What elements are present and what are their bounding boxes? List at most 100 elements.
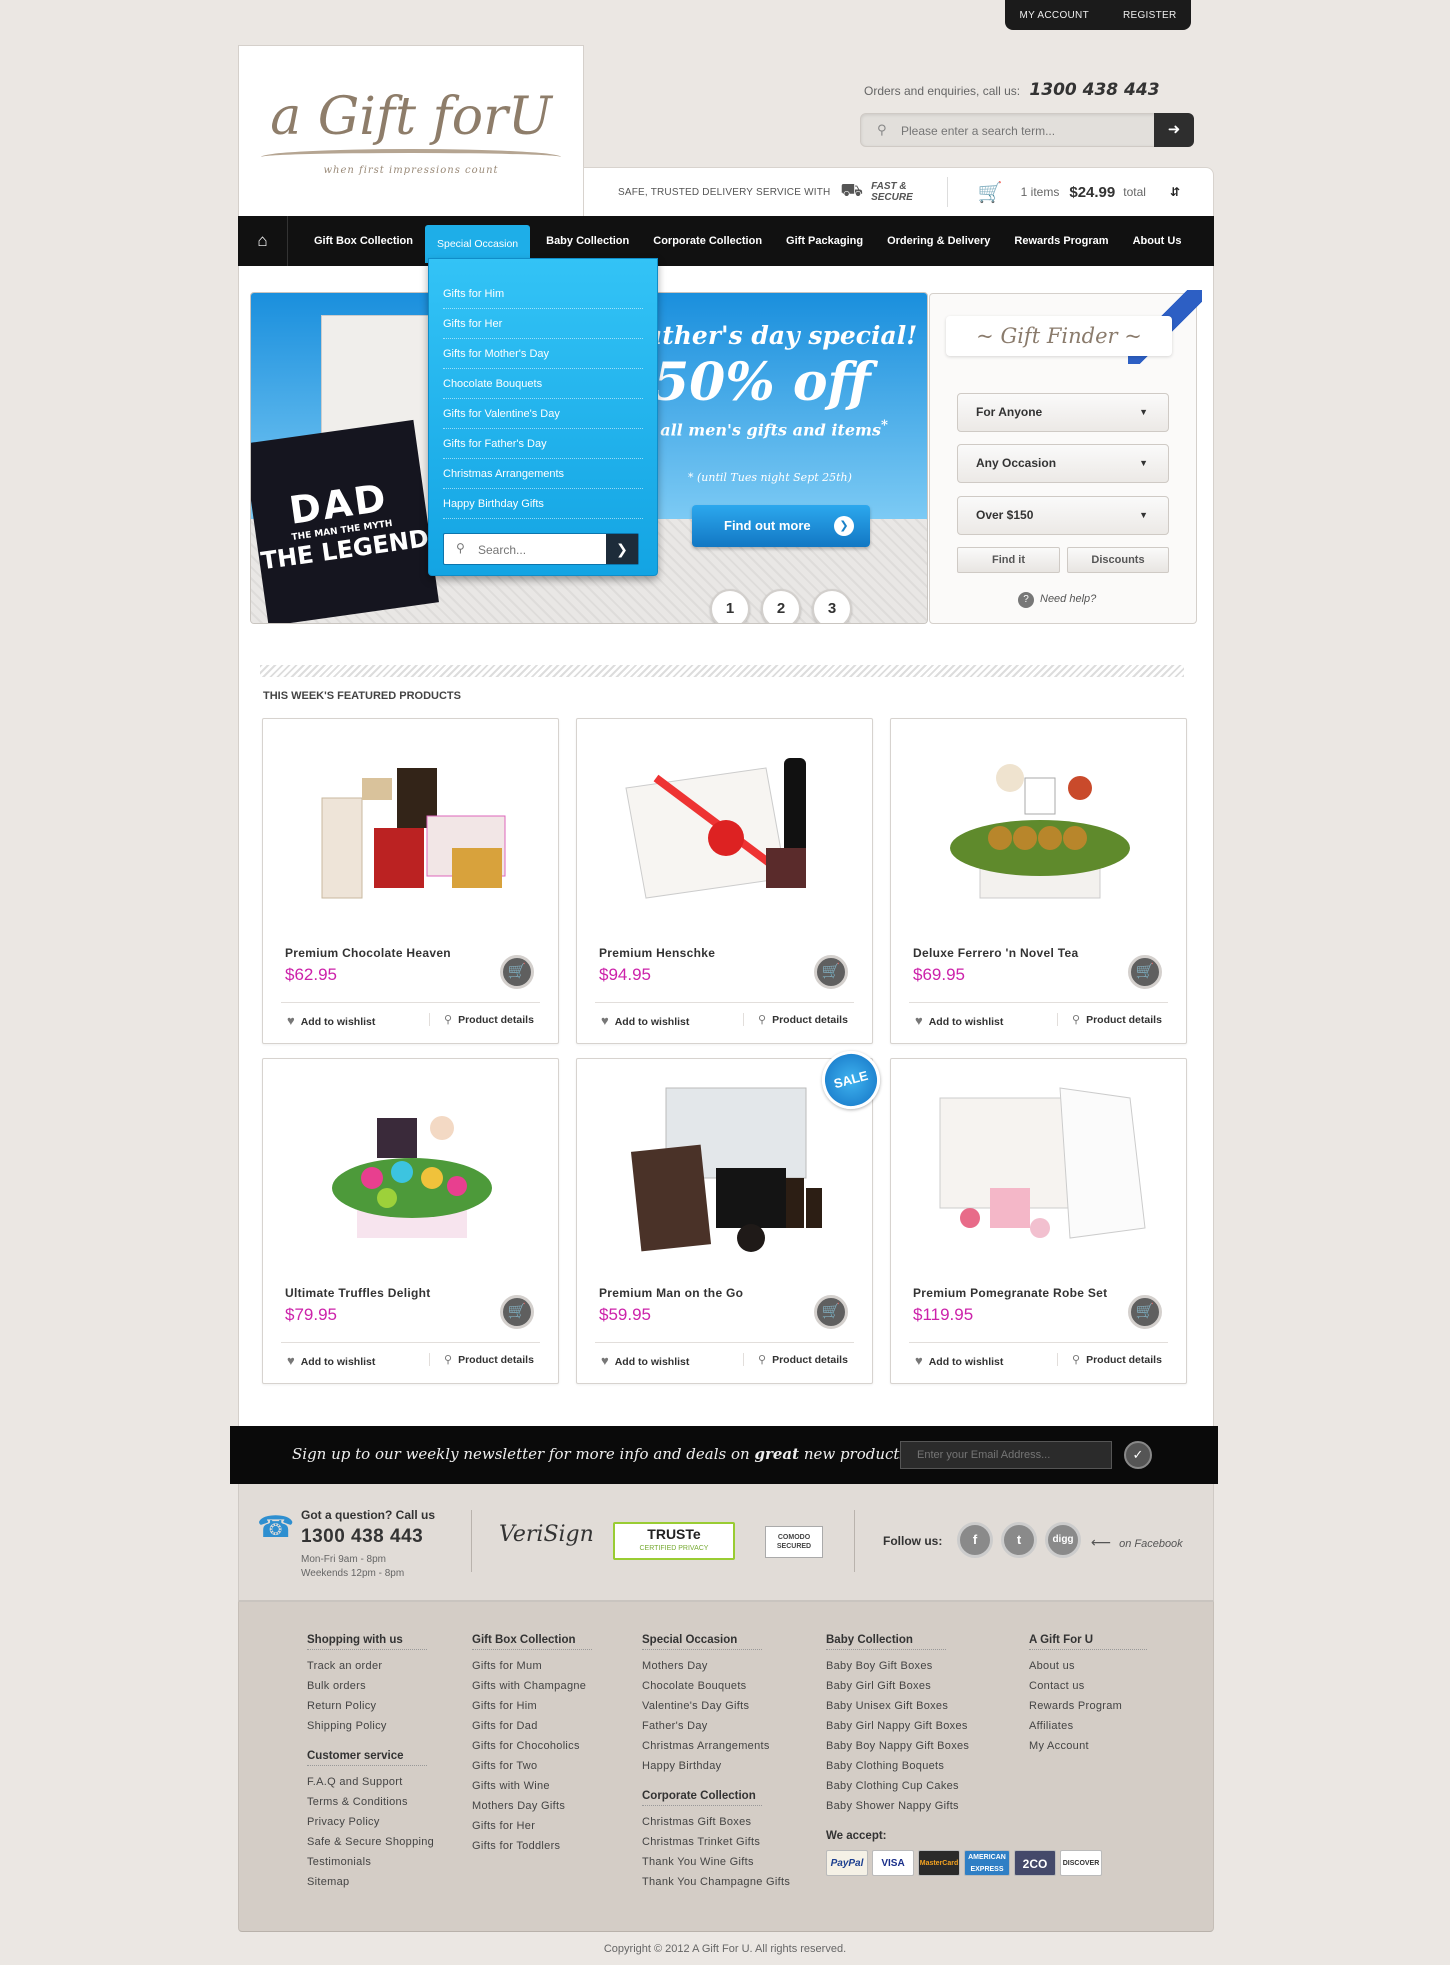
footer-link[interactable]: Father's Day — [642, 1716, 790, 1736]
product-name[interactable]: Premium Chocolate Heaven — [285, 946, 451, 960]
find-it-button[interactable]: Find it — [957, 547, 1060, 573]
add-to-cart-icon[interactable]: 🛒 — [814, 1295, 848, 1329]
footer-link[interactable]: Mothers Day — [642, 1656, 790, 1676]
slide-page-1[interactable]: 1 — [710, 589, 750, 623]
dropdown-item[interactable]: Gifts for Mother's Day — [443, 339, 643, 369]
nav-about[interactable]: About Us — [1121, 216, 1194, 266]
occasion-select[interactable]: Any Occasion ▼ — [957, 444, 1169, 483]
dropdown-search-input[interactable] — [478, 540, 598, 560]
footer-link[interactable]: Baby Shower Nappy Gifts — [826, 1796, 1102, 1816]
product-name[interactable]: Premium Pomegranate Robe Set — [913, 1286, 1107, 1300]
add-to-cart-icon[interactable]: 🛒 — [814, 955, 848, 989]
footer-link[interactable]: Happy Birthday — [642, 1756, 790, 1776]
footer-link[interactable]: Baby Clothing Boquets — [826, 1756, 1102, 1776]
add-to-wishlist-link[interactable]: ♥ Add to wishlist — [915, 1353, 1003, 1368]
footer-link[interactable]: Bulk orders — [307, 1676, 434, 1696]
dropdown-item[interactable]: Gifts for Her — [443, 309, 643, 339]
newsletter-submit-button[interactable]: ✓ — [1124, 1441, 1152, 1469]
add-to-cart-icon[interactable]: 🛒 — [500, 1295, 534, 1329]
need-help-link[interactable]: ? Need help? — [1018, 592, 1096, 608]
dropdown-item[interactable]: Chocolate Bouquets — [443, 369, 643, 399]
product-card[interactable]: Premium Pomegranate Robe Set $119.95 🛒 ♥… — [890, 1058, 1187, 1384]
product-details-link[interactable]: ⚲ Product details — [429, 1353, 534, 1366]
footer-link[interactable]: Privacy Policy — [307, 1812, 434, 1832]
newsletter-email-input[interactable] — [900, 1441, 1112, 1469]
footer-link[interactable]: Gifts for Two — [472, 1756, 592, 1776]
product-details-link[interactable]: ⚲ Product details — [743, 1013, 848, 1026]
find-out-more-button[interactable]: Find out more ❯ — [692, 505, 870, 547]
product-image[interactable] — [597, 1075, 854, 1260]
price-select[interactable]: Over $150 ▼ — [957, 496, 1169, 535]
cart-items[interactable]: 1 items — [1021, 185, 1060, 199]
footer-link[interactable]: Gifts for Toddlers — [472, 1836, 592, 1856]
on-facebook[interactable]: ⟵ on Facebook — [1091, 1534, 1183, 1551]
footer-link[interactable]: Safe & Secure Shopping — [307, 1832, 434, 1852]
home-icon[interactable]: ⌂ — [238, 216, 288, 266]
footer-link[interactable]: Testimonials — [307, 1852, 434, 1872]
search-submit-button[interactable]: ➜ — [1154, 113, 1194, 147]
digg-icon[interactable]: digg — [1045, 1522, 1081, 1558]
product-card[interactable]: SALE Premium Man on the Go $59.95 🛒 ♥ Add… — [576, 1044, 887, 1384]
slide-page-3[interactable]: 3 — [812, 589, 852, 623]
facebook-icon[interactable]: f — [957, 1522, 993, 1558]
product-image[interactable] — [911, 735, 1168, 920]
footer-link[interactable]: Sitemap — [307, 1872, 434, 1892]
footer-link[interactable]: Thank You Champagne Gifts — [642, 1872, 790, 1892]
cart-total[interactable]: $24.99 — [1069, 184, 1115, 201]
product-card[interactable]: Ultimate Truffles Delight $79.95 🛒 ♥ Add … — [262, 1058, 559, 1384]
footer-link[interactable]: About us — [1029, 1656, 1147, 1676]
footer-link[interactable]: Christmas Gift Boxes — [642, 1812, 790, 1832]
footer-link[interactable]: Gifts for Her — [472, 1816, 592, 1836]
dropdown-search-button[interactable]: ❯ — [606, 534, 638, 564]
footer-link[interactable]: Track an order — [307, 1656, 434, 1676]
footer-link[interactable]: Contact us — [1029, 1676, 1147, 1696]
add-to-wishlist-link[interactable]: ♥ Add to wishlist — [601, 1013, 689, 1028]
product-card[interactable]: Premium Henschke $94.95 🛒 ♥ Add to wishli… — [576, 718, 873, 1044]
footer-link[interactable]: Christmas Arrangements — [642, 1736, 790, 1756]
dropdown-item[interactable]: Gifts for Father's Day — [443, 429, 643, 459]
footer-link[interactable]: Gifts for Mum — [472, 1656, 592, 1676]
footer-link[interactable]: Rewards Program — [1029, 1696, 1147, 1716]
nav-corporate[interactable]: Corporate Collection — [641, 216, 774, 266]
site-logo[interactable]: a Gift forU when first impressions count — [238, 45, 584, 217]
footer-link[interactable]: Terms & Conditions — [307, 1792, 434, 1812]
product-image[interactable] — [597, 735, 854, 920]
add-to-cart-icon[interactable]: 🛒 — [1128, 1295, 1162, 1329]
add-to-cart-icon[interactable]: 🛒 — [1128, 955, 1162, 989]
footer-link[interactable]: Mothers Day Gifts — [472, 1796, 592, 1816]
add-to-wishlist-link[interactable]: ♥ Add to wishlist — [287, 1353, 375, 1368]
my-account-link[interactable]: MY ACCOUNT — [1019, 10, 1089, 21]
product-details-link[interactable]: ⚲ Product details — [743, 1353, 848, 1366]
product-name[interactable]: Premium Man on the Go — [599, 1286, 743, 1300]
footer-link[interactable]: Gifts with Wine — [472, 1776, 592, 1796]
product-image[interactable] — [283, 735, 540, 920]
product-name[interactable]: Ultimate Truffles Delight — [285, 1286, 431, 1300]
dropdown-item[interactable]: Gifts for Valentine's Day — [443, 399, 643, 429]
add-to-wishlist-link[interactable]: ♥ Add to wishlist — [287, 1013, 375, 1028]
dropdown-item[interactable]: Christmas Arrangements — [443, 459, 643, 489]
footer-link[interactable]: Gifts for Chocoholics — [472, 1736, 592, 1756]
product-card[interactable]: Deluxe Ferrero 'n Novel Tea $69.95 🛒 ♥ Ad… — [890, 718, 1187, 1044]
footer-link[interactable]: Thank You Wine Gifts — [642, 1852, 790, 1872]
product-name[interactable]: Deluxe Ferrero 'n Novel Tea — [913, 946, 1078, 960]
discounts-button[interactable]: Discounts — [1067, 547, 1169, 573]
nav-ordering-delivery[interactable]: Ordering & Delivery — [875, 216, 1002, 266]
cart-icon[interactable]: 🛒 — [978, 180, 1003, 205]
add-to-wishlist-link[interactable]: ♥ Add to wishlist — [915, 1013, 1003, 1028]
dropdown-item[interactable]: Happy Birthday Gifts — [443, 489, 643, 519]
add-to-cart-icon[interactable]: 🛒 — [500, 955, 534, 989]
product-image[interactable] — [911, 1075, 1168, 1260]
twitter-icon[interactable]: t — [1001, 1522, 1037, 1558]
product-details-link[interactable]: ⚲ Product details — [1057, 1013, 1162, 1026]
footer-link[interactable]: F.A.Q and Support — [307, 1772, 434, 1792]
footer-link[interactable]: Return Policy — [307, 1696, 434, 1716]
footer-link[interactable]: Shipping Policy — [307, 1716, 434, 1736]
footer-link[interactable]: Chocolate Bouquets — [642, 1676, 790, 1696]
footer-link[interactable]: My Account — [1029, 1736, 1147, 1756]
footer-link[interactable]: Gifts for Dad — [472, 1716, 592, 1736]
nav-gift-packaging[interactable]: Gift Packaging — [774, 216, 875, 266]
add-to-wishlist-link[interactable]: ♥ Add to wishlist — [601, 1353, 689, 1368]
nav-rewards[interactable]: Rewards Program — [1002, 216, 1120, 266]
footer-link[interactable]: Valentine's Day Gifts — [642, 1696, 790, 1716]
product-name[interactable]: Premium Henschke — [599, 946, 715, 960]
